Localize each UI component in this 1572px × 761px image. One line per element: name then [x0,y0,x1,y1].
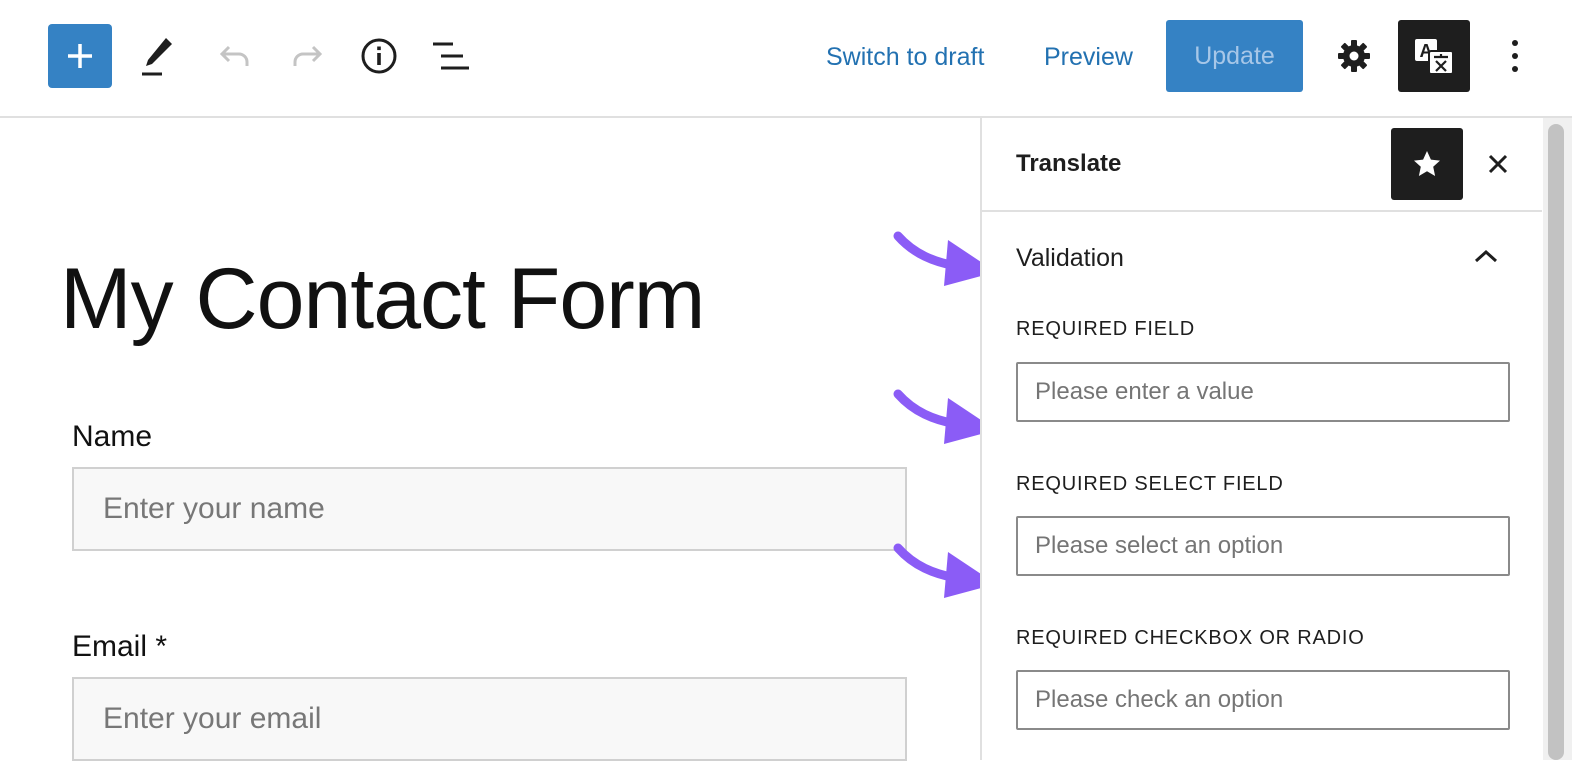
info-icon [361,38,397,74]
validation-panel-toggle[interactable] [1466,238,1506,274]
required-checkbox-radio-label: REQUIRED CHECKBOX OR RADIO [1016,627,1365,649]
translate-sidebar: Translate Validation REQUIRED FIELD Plea… [980,118,1544,760]
required-field-input[interactable]: Please enter a value [1016,362,1510,422]
sidebar-title: Translate [1016,150,1122,177]
email-input[interactable]: Enter your email [72,677,907,761]
redo-icon [293,45,323,66]
validation-panel-title[interactable]: Validation [1016,244,1124,273]
name-input[interactable]: Enter your name [72,467,907,551]
details-button[interactable] [351,28,407,84]
plus-icon [68,44,92,68]
editor-toolbar: Switch to draft Preview Update A [0,0,1572,118]
post-title[interactable]: My Contact Form [60,256,705,342]
undo-button[interactable] [207,28,263,84]
settings-button[interactable] [1326,28,1382,84]
sidebar-scrollbar-thumb[interactable] [1548,124,1564,760]
translate-icon: A [1415,39,1454,75]
update-button[interactable]: Update [1166,20,1303,92]
more-vertical-icon [1512,40,1518,72]
add-block-button[interactable] [48,24,112,88]
list-view-button[interactable] [423,28,479,84]
required-checkbox-radio-input[interactable]: Please check an option [1016,670,1510,730]
close-icon [1488,154,1508,174]
list-view-icon [433,42,469,70]
name-field-label: Name [72,420,153,453]
chevron-up-icon [1474,249,1498,263]
options-button[interactable] [1490,28,1540,84]
preview-button[interactable]: Preview [1044,30,1133,84]
tools-button[interactable] [130,28,186,84]
required-field-label: REQUIRED FIELD [1016,318,1196,340]
required-select-field-label: REQUIRED SELECT FIELD [1016,473,1284,495]
favorite-button[interactable] [1391,128,1463,200]
sidebar-header: Translate [982,118,1542,212]
gear-icon [1338,40,1370,72]
pencil-icon [142,38,172,76]
required-select-field-input[interactable]: Please select an option [1016,516,1510,576]
redo-button[interactable] [279,28,335,84]
close-sidebar-button[interactable] [1478,138,1518,190]
star-icon [1414,151,1440,176]
undo-icon [219,45,249,66]
editor-canvas: My Contact Form Name Enter your name Ema… [0,118,980,761]
email-field-label: Email * [72,630,168,663]
translate-button[interactable]: A [1398,20,1470,92]
switch-to-draft-button[interactable]: Switch to draft [826,30,984,84]
